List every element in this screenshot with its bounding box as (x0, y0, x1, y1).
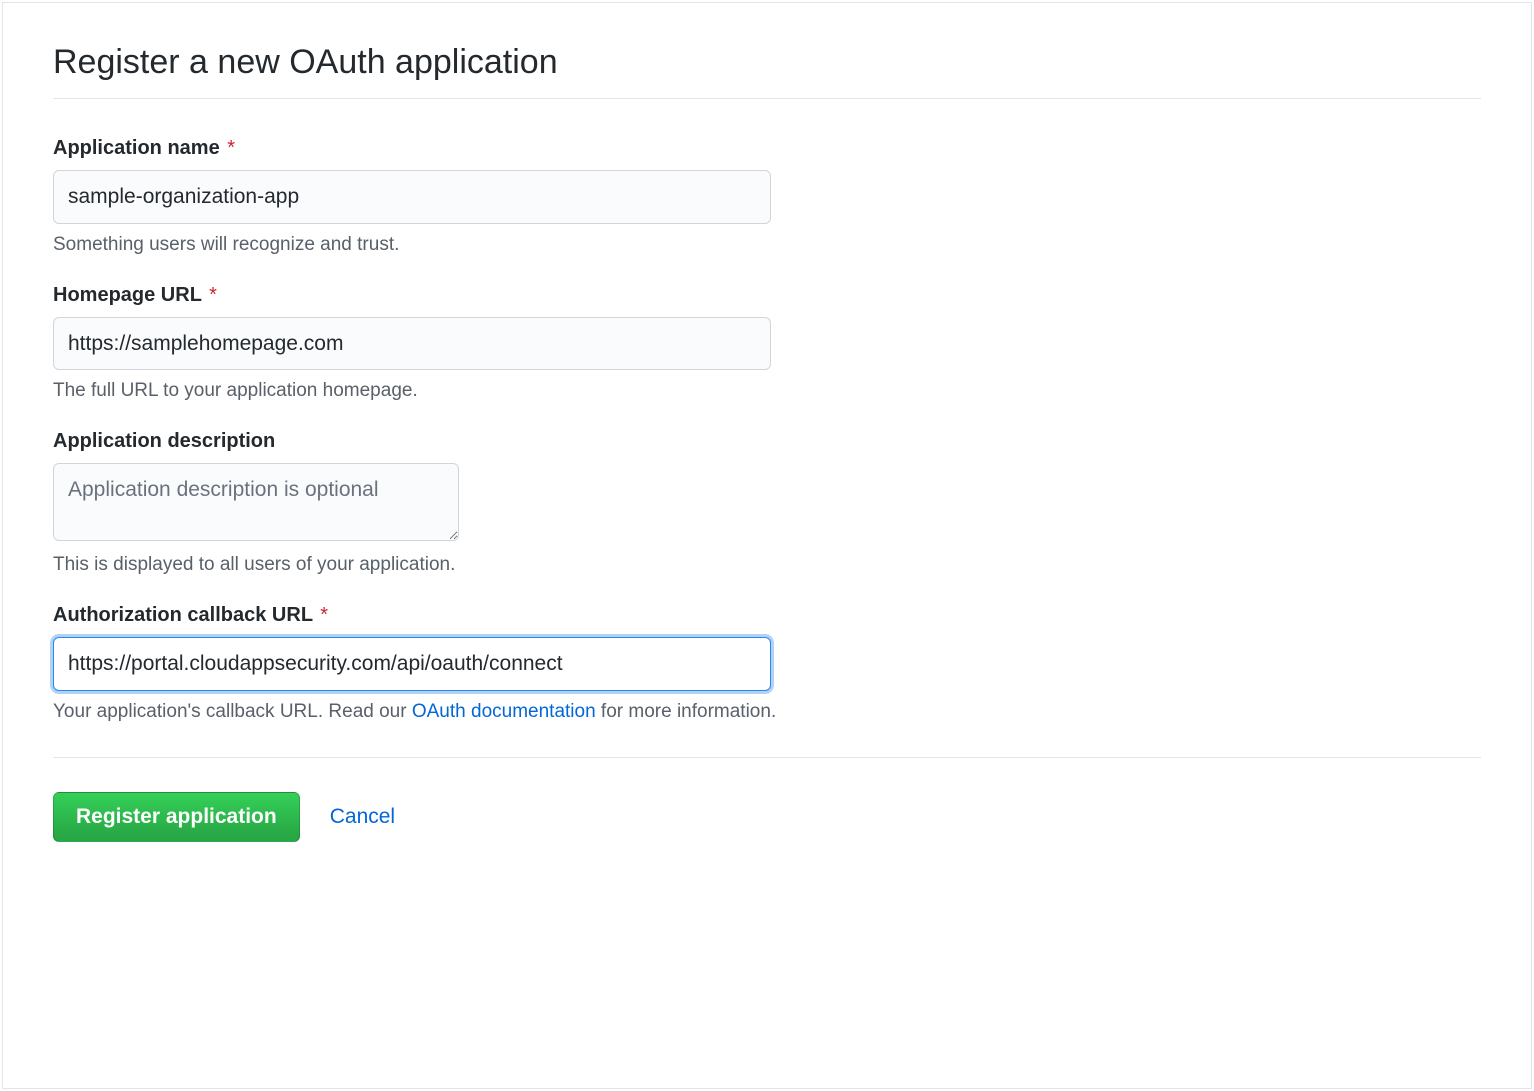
button-row: Register application Cancel (53, 792, 1481, 842)
required-asterisk-icon: * (227, 137, 235, 159)
cancel-button[interactable]: Cancel (330, 805, 395, 829)
page-title: Register a new OAuth application (53, 43, 1481, 99)
homepage-url-label-text: Homepage URL (53, 284, 202, 306)
oauth-documentation-link[interactable]: OAuth documentation (412, 701, 596, 722)
homepage-url-hint: The full URL to your application homepag… (53, 380, 1481, 402)
application-name-hint: Something users will recognize and trust… (53, 234, 1481, 256)
callback-url-label: Authorization callback URL * (53, 604, 1481, 627)
register-application-button[interactable]: Register application (53, 792, 300, 842)
application-description-hint: This is displayed to all users of your a… (53, 554, 1481, 576)
divider (53, 757, 1481, 758)
homepage-url-input[interactable] (53, 317, 771, 371)
callback-url-input[interactable] (53, 637, 771, 691)
callback-url-hint: Your application's callback URL. Read ou… (53, 701, 1481, 723)
application-description-textarea[interactable] (53, 463, 459, 541)
application-description-group: Application description This is displaye… (53, 430, 1481, 576)
application-name-label-text: Application name (53, 137, 220, 159)
required-asterisk-icon: * (209, 284, 217, 306)
callback-url-label-text: Authorization callback URL (53, 604, 313, 626)
callback-url-hint-suffix: for more information. (596, 701, 777, 722)
application-description-label: Application description (53, 430, 1481, 453)
oauth-form-container: Register a new OAuth application Applica… (2, 2, 1532, 1089)
homepage-url-label: Homepage URL * (53, 284, 1481, 307)
homepage-url-group: Homepage URL * The full URL to your appl… (53, 284, 1481, 403)
application-name-group: Application name * Something users will … (53, 137, 1481, 256)
callback-url-hint-prefix: Your application's callback URL. Read ou… (53, 701, 412, 722)
application-name-label: Application name * (53, 137, 1481, 160)
application-name-input[interactable] (53, 170, 771, 224)
callback-url-group: Authorization callback URL * Your applic… (53, 604, 1481, 723)
required-asterisk-icon: * (320, 604, 328, 626)
